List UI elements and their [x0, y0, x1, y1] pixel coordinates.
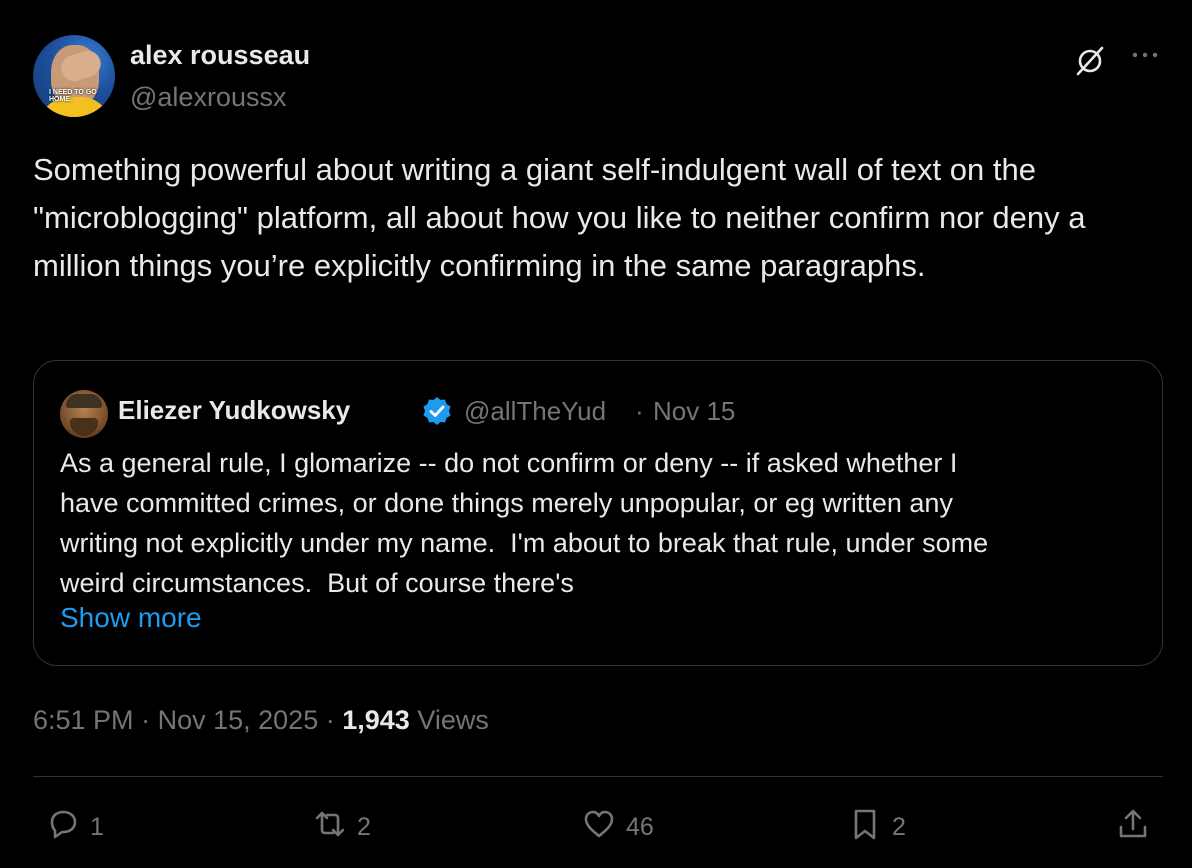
- bookmark-icon: [846, 805, 884, 850]
- show-more-link[interactable]: Show more: [60, 602, 202, 634]
- share-icon: [1114, 805, 1152, 850]
- repost-icon: [311, 805, 349, 850]
- quote-date[interactable]: Nov 15: [653, 396, 735, 427]
- reply-icon: [44, 805, 82, 850]
- repost-count: 2: [357, 812, 371, 841]
- tweet-meta: 6:51 PM · Nov 15, 2025 · 1,943 Views: [33, 705, 489, 736]
- grok-icon[interactable]: [1073, 44, 1107, 78]
- views-label: Views: [417, 705, 489, 735]
- bookmark-button[interactable]: 2: [846, 808, 906, 846]
- quote-avatar-beard: [70, 418, 98, 436]
- views-count: 1,943: [342, 705, 410, 735]
- verified-icon: [421, 395, 453, 427]
- author-display-name[interactable]: alex rousseau: [130, 40, 310, 71]
- tweet-time[interactable]: 6:51 PM: [33, 705, 134, 735]
- avatar-caption: I NEED TO GO HOME.: [49, 89, 97, 103]
- quote-separator: ·: [635, 396, 644, 426]
- repost-button[interactable]: 2: [311, 808, 371, 846]
- quote-avatar-hat: [66, 394, 102, 408]
- author-avatar[interactable]: I NEED TO GO HOME.: [33, 35, 115, 117]
- meta-separator: ·: [141, 705, 151, 735]
- divider: [33, 776, 1163, 777]
- like-count: 46: [626, 812, 654, 841]
- like-icon: [580, 805, 618, 850]
- reply-count: 1: [90, 812, 104, 841]
- reply-button[interactable]: 1: [44, 808, 104, 846]
- like-button[interactable]: 46: [580, 808, 654, 846]
- bookmark-count: 2: [892, 812, 906, 841]
- quote-avatar[interactable]: [60, 390, 108, 438]
- quote-handle[interactable]: @allTheYud: [464, 396, 606, 427]
- tweet-text: Something powerful about writing a giant…: [33, 152, 1086, 283]
- author-handle[interactable]: @alexroussx: [130, 82, 286, 113]
- quoted-tweet[interactable]: Eliezer Yudkowsky @allTheYud · Nov 15 As…: [33, 360, 1163, 666]
- more-icon[interactable]: [1128, 44, 1162, 72]
- meta-separator: ·: [325, 705, 335, 735]
- share-button[interactable]: [1114, 808, 1152, 846]
- tweet-date[interactable]: Nov 15, 2025: [158, 705, 319, 735]
- quote-text: As a general rule, I glomarize -- do not…: [60, 448, 989, 598]
- quote-display-name[interactable]: Eliezer Yudkowsky: [118, 395, 350, 426]
